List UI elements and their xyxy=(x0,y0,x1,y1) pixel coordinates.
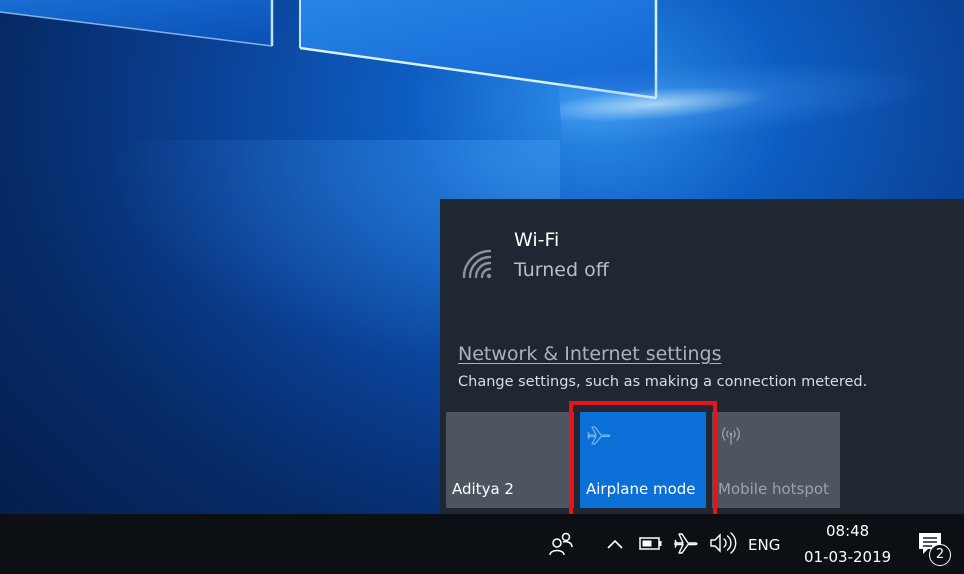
tile-label: Mobile hotspot xyxy=(718,480,829,498)
wifi-icon xyxy=(460,247,496,283)
wifi-title: Wi-Fi xyxy=(514,229,560,251)
chevron-up-icon[interactable] xyxy=(604,528,626,560)
wifi-status: Turned off xyxy=(514,259,609,281)
tile-network-account[interactable]: Aditya 2 xyxy=(446,412,574,508)
highlight-annotation xyxy=(569,401,717,518)
wifi-row[interactable]: Wi-Fi Turned off xyxy=(440,221,964,291)
volume-icon[interactable] xyxy=(708,528,738,560)
tile-label: Aditya 2 xyxy=(452,480,514,498)
network-settings-link[interactable]: Network & Internet settings xyxy=(458,343,721,365)
network-settings-description: Change settings, such as making a connec… xyxy=(458,374,868,390)
people-icon[interactable] xyxy=(548,528,574,560)
tile-mobile-hotspot[interactable]: Mobile hotspot xyxy=(712,412,840,508)
clock-date[interactable]: 01-03-2019 xyxy=(804,548,891,566)
clock-time[interactable]: 08:48 xyxy=(826,522,869,540)
battery-icon[interactable] xyxy=(638,528,664,560)
hotspot-icon xyxy=(718,424,744,446)
notification-count-badge: 2 xyxy=(929,544,951,566)
airplane-icon[interactable] xyxy=(672,528,700,560)
taskbar: ENG 08:48 01-03-2019 2 xyxy=(0,514,964,574)
input-language[interactable]: ENG xyxy=(748,536,780,554)
